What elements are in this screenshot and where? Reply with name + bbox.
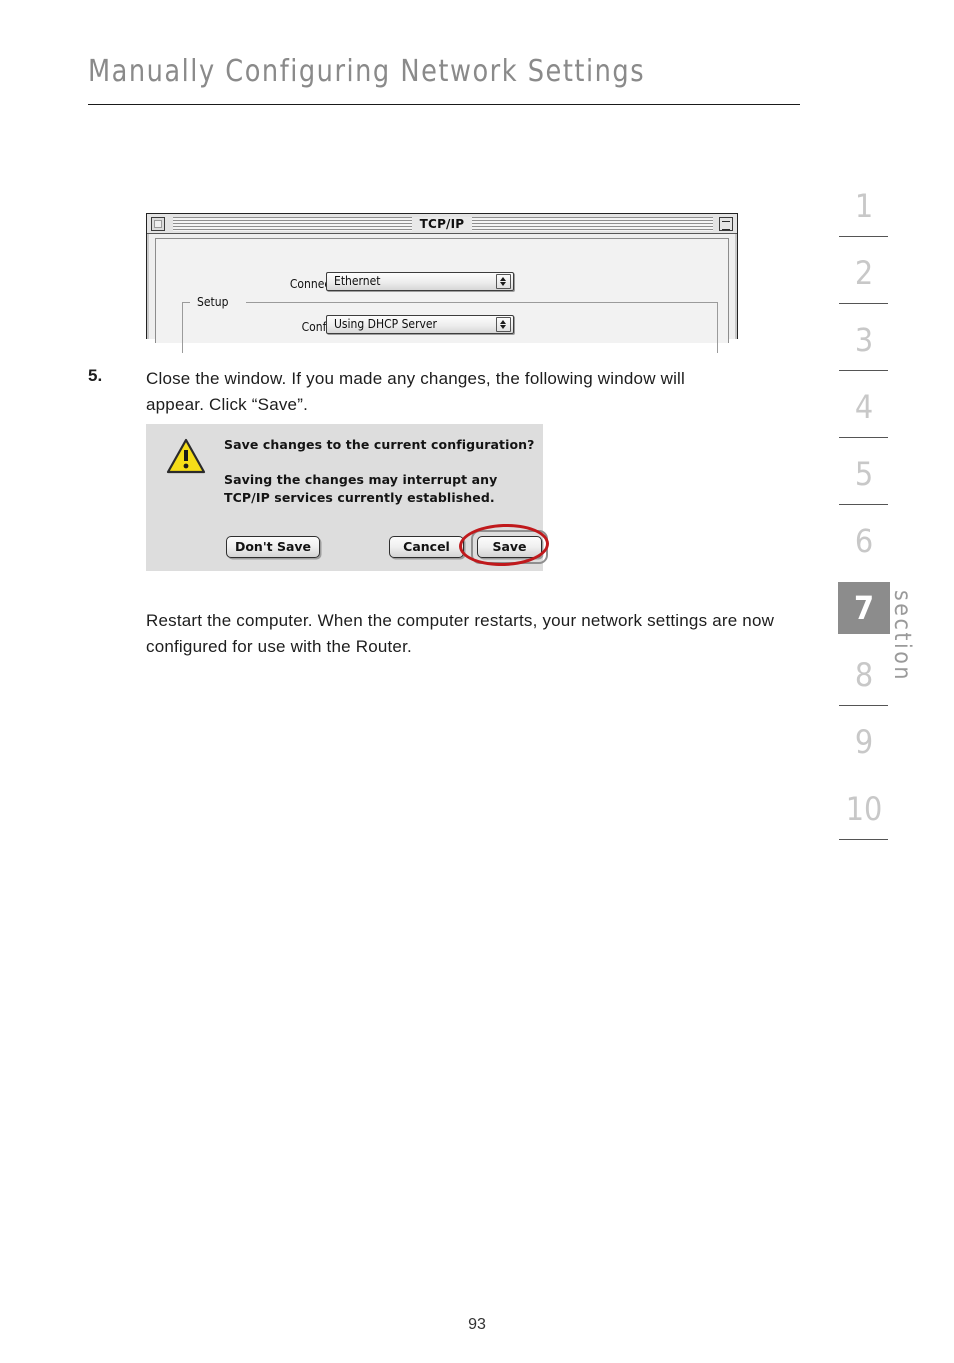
section-tab-label: 7 [838, 582, 890, 634]
collapse-icon[interactable] [719, 217, 733, 231]
section-rail-caption: section [889, 590, 915, 683]
section-tab-8[interactable]: 8 [838, 649, 890, 716]
tcpip-content-pane: Connect via : Ethernet Setup Configure :… [155, 238, 729, 353]
tcpip-window-title-text: TCP/IP [411, 217, 473, 231]
tcpip-title-bar: TCP/IP [147, 214, 737, 234]
tcpip-window-title: TCP/IP [147, 214, 737, 234]
section-tab-divider [839, 504, 888, 505]
dialog-secondary-text: Saving the changes may interrupt any TCP… [224, 472, 498, 505]
section-tab-4[interactable]: 4 [838, 381, 890, 448]
section-tab-6[interactable]: 6 [838, 515, 890, 582]
section-tab-label: 8 [854, 656, 874, 694]
tcpip-window-body: Connect via : Ethernet Setup Configure :… [147, 234, 737, 353]
dont-save-button[interactable]: Don't Save [226, 536, 320, 558]
section-tab-divider [839, 303, 888, 304]
title-divider [88, 104, 800, 105]
section-tab-2[interactable]: 2 [838, 247, 890, 314]
section-tab-9[interactable]: 9 [838, 716, 890, 783]
section-tab-7[interactable]: 7 [838, 582, 890, 649]
restart-paragraph: Restart the computer. When the computer … [146, 611, 775, 656]
section-tab-10[interactable]: 10 [838, 783, 890, 850]
chevron-updown-icon [496, 274, 511, 289]
section-tab-label: 6 [854, 522, 874, 560]
connect-via-dropdown[interactable]: Ethernet [326, 272, 514, 291]
section-tab-1[interactable]: 1 [838, 180, 890, 247]
setup-group-label: Setup [194, 294, 232, 310]
dialog-primary-text: Save changes to the current configuratio… [224, 437, 535, 452]
section-rail: 1 2 3 4 5 6 7 8 9 10 [838, 180, 894, 850]
section-tab-label: 1 [854, 187, 874, 225]
warning-triangle-icon [166, 438, 206, 474]
section-tab-label: 5 [854, 455, 874, 493]
section-tab-divider [839, 839, 888, 840]
section-tab-divider [839, 370, 888, 371]
section-tab-divider [839, 705, 888, 706]
section-tab-label: 3 [854, 321, 874, 359]
page-header: Manually Configuring Network Settings [88, 52, 800, 105]
section-tab-label: 10 [845, 790, 883, 828]
configure-value: Using DHCP Server [334, 317, 437, 331]
section-tab-label: 4 [854, 388, 874, 426]
section-tab-divider [839, 236, 888, 237]
step-5-number: 5. [88, 366, 103, 385]
chevron-updown-icon [496, 317, 511, 332]
cancel-button[interactable]: Cancel [389, 536, 464, 558]
section-tab-divider [839, 437, 888, 438]
save-changes-dialog: Save changes to the current configuratio… [146, 424, 550, 571]
tcpip-control-panel-window: TCP/IP Connect via : Ethernet Setup Conf… [146, 213, 738, 353]
page-number: 93 [468, 1316, 486, 1333]
section-tab-label: 2 [854, 254, 874, 292]
step-5-text: Close the window. If you made any change… [146, 369, 685, 414]
section-tab-label: 9 [854, 723, 874, 761]
section-tab-3[interactable]: 3 [838, 314, 890, 381]
configure-dropdown[interactable]: Using DHCP Server [326, 315, 514, 334]
connect-via-value: Ethernet [334, 274, 381, 288]
page-title: Manually Configuring Network Settings [88, 54, 646, 89]
section-tab-5[interactable]: 5 [838, 448, 890, 515]
